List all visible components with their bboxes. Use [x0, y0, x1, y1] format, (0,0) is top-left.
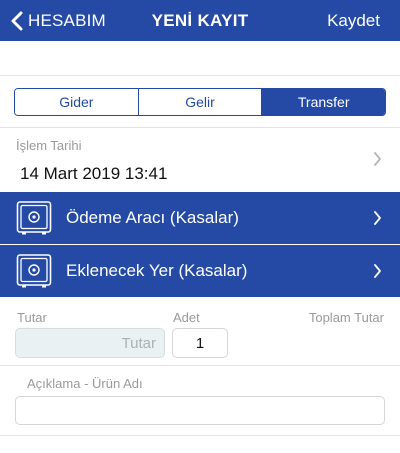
safe-icon — [16, 201, 52, 235]
description-label: Açıklama - Ürün Adı — [27, 376, 143, 391]
chevron-right-icon — [374, 152, 381, 166]
back-button-label: HESABIM — [28, 10, 106, 30]
divider — [0, 75, 400, 76]
chevron-right-icon — [374, 264, 381, 278]
amount-label: Tutar — [17, 310, 47, 325]
segment-income[interactable]: Gelir — [137, 89, 262, 115]
navigation-bar: HESABIM YENİ KAYIT Kaydet — [0, 0, 400, 41]
transaction-date-label: İşlem Tarihi — [16, 138, 82, 153]
transaction-type-segmented-control: Gider Gelir Transfer — [14, 88, 386, 116]
destination-row[interactable]: Eklenecek Yer (Kasalar) — [0, 245, 400, 297]
payment-source-label: Ödeme Aracı (Kasalar) — [66, 208, 239, 227]
amount-input[interactable]: Tutar — [15, 328, 165, 358]
destination-label: Eklenecek Yer (Kasalar) — [66, 261, 248, 280]
transaction-date-value: 14 Mart 2019 13:41 — [20, 164, 168, 183]
quantity-value: 1 — [195, 334, 205, 352]
description-input[interactable] — [15, 396, 385, 425]
safe-icon — [16, 254, 52, 288]
quantity-label: Adet — [173, 310, 200, 325]
save-button[interactable]: Kaydet — [327, 0, 380, 41]
segment-expense[interactable]: Gider — [15, 89, 138, 115]
quantity-input[interactable]: 1 — [172, 328, 228, 358]
transaction-date-row[interactable]: İşlem Tarihi 14 Mart 2019 13:41 — [0, 128, 400, 192]
chevron-left-icon — [11, 11, 23, 30]
total-label: Toplam Tutar — [308, 310, 384, 325]
segment-transfer[interactable]: Transfer — [261, 89, 385, 115]
divider — [0, 435, 400, 436]
back-button[interactable]: HESABIM — [10, 0, 106, 41]
chevron-right-icon — [374, 211, 381, 225]
payment-source-row[interactable]: Ödeme Aracı (Kasalar) — [0, 192, 400, 244]
divider — [0, 365, 400, 366]
amount-placeholder: Tutar — [121, 334, 156, 352]
